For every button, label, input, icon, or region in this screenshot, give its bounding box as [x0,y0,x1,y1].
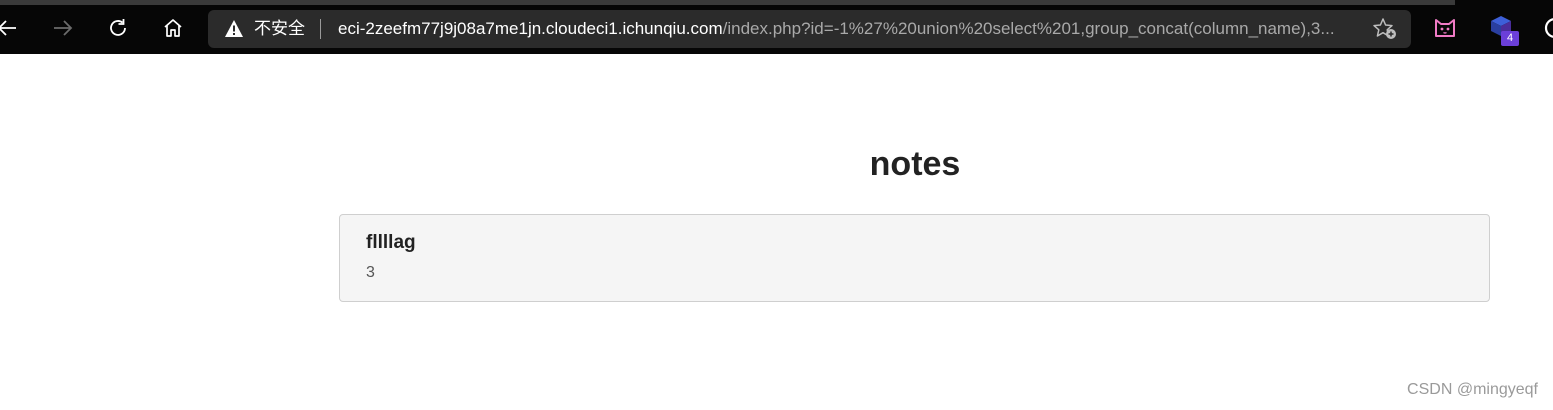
url-text[interactable]: eci-2zeefm77j9j08a7me1jn.cloudeci1.ichun… [338,19,1335,39]
reload-icon [107,17,129,39]
add-favorite-icon[interactable] [1372,17,1398,46]
back-button[interactable] [0,13,22,43]
forward-button[interactable] [48,13,78,43]
url-host: eci-2zeefm77j9j08a7me1jn.cloudeci1.ichun… [338,19,723,38]
note-title: fllllag [366,232,416,253]
profile-icon[interactable] [1543,16,1553,45]
home-button[interactable] [158,13,188,43]
reload-button[interactable] [103,13,133,43]
url-path: /index.php?id=-1%27%20union%20select%201… [722,19,1335,38]
note-card: fllllag 3 [339,214,1490,302]
security-status-label[interactable]: 不安全 [254,19,305,39]
note-body: 3 [366,264,375,281]
address-divider [320,19,321,39]
window-top-strip [0,0,1553,5]
window-top-strip-edge [1455,0,1553,5]
forward-arrow-icon [52,17,74,39]
warning-icon[interactable] [224,19,244,43]
page-title: notes [869,145,961,183]
home-icon [162,17,184,39]
browser-toolbar: 不安全 eci-2zeefm77j9j08a7me1jn.cloudeci1.i… [0,0,1553,54]
cat-extension-icon[interactable] [1432,15,1458,44]
address-bar[interactable]: 不安全 eci-2zeefm77j9j08a7me1jn.cloudeci1.i… [208,10,1411,48]
back-arrow-icon [0,17,18,39]
watermark: CSDN @mingyeqf [1407,381,1538,398]
extension-count-badge: 4 [1501,31,1519,46]
